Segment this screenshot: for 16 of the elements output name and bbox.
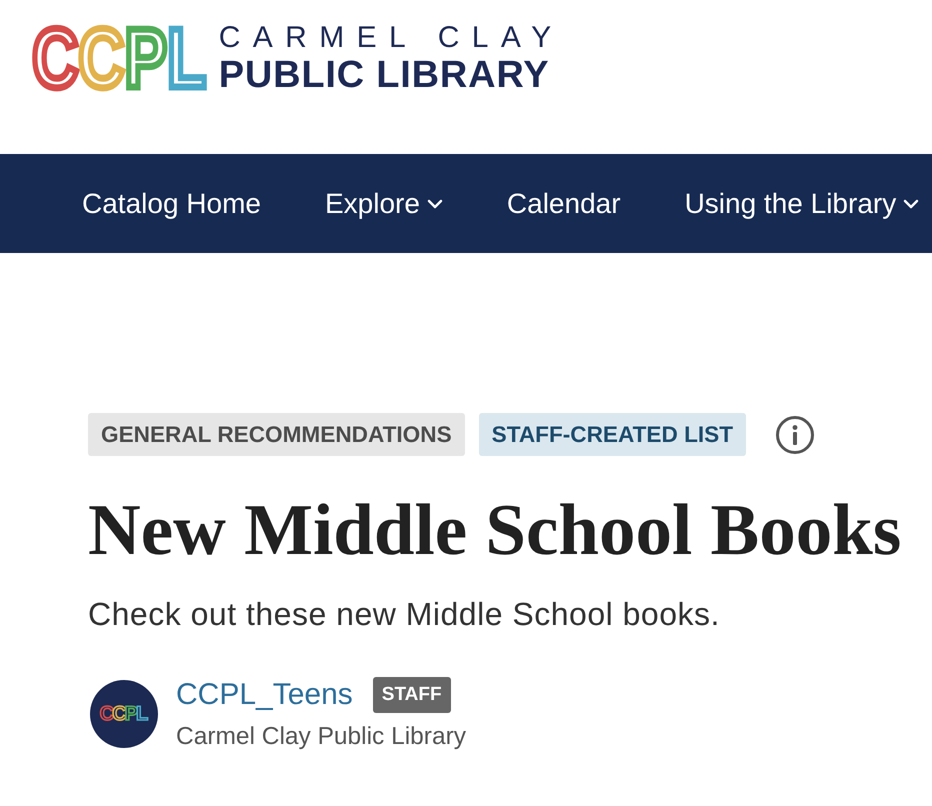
- info-icon: [776, 416, 814, 454]
- staff-badge: STAFF: [372, 677, 451, 713]
- logo-text: PUBLIC LIBRARY: [218, 55, 550, 95]
- nav-link[interactable]: Explore: [324, 188, 443, 220]
- nav-link[interactable]: Catalog Home: [82, 188, 261, 220]
- author-organization: Carmel Clay Public Library: [176, 723, 466, 751]
- list-description: Check out these new Middle School books.: [88, 595, 721, 633]
- tag-label: STAFF-CREATED LIST: [478, 413, 746, 456]
- nav-link[interactable]: Using the Library: [684, 188, 920, 220]
- author-name-link[interactable]: CCPL_Teens: [176, 677, 353, 713]
- info-button[interactable]: [776, 416, 814, 454]
- list-title: New Middle School Books: [88, 488, 902, 572]
- tag-label: GENERAL RECOMMENDATIONS: [88, 413, 465, 456]
- logo-mark: CCPL: [31, 20, 208, 96]
- nav-link[interactable]: Calendar: [506, 188, 621, 220]
- logo-text: CARMEL CLAY: [218, 21, 564, 55]
